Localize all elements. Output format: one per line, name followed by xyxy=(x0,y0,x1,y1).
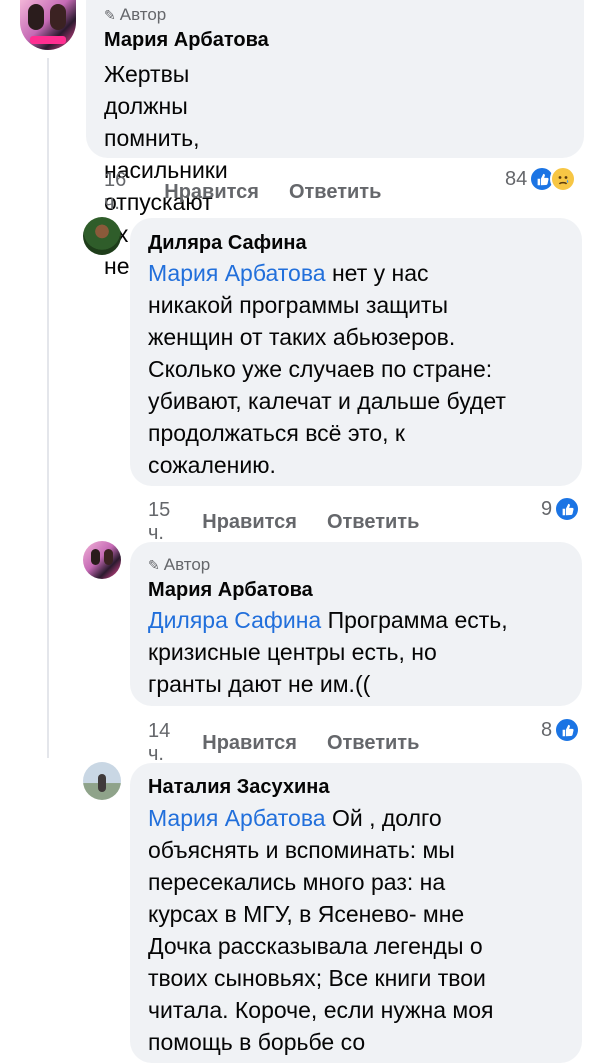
reactions-summary[interactable]: 84 xyxy=(505,166,577,192)
like-button[interactable]: Нравится xyxy=(164,181,259,204)
reaction-count: 8 xyxy=(541,718,553,741)
reply-button[interactable]: Ответить xyxy=(327,732,419,755)
timestamp[interactable]: 16 ч. xyxy=(104,169,126,215)
comment-actions: 15 ч. Нравится Ответить xyxy=(148,499,419,545)
comment-author-name[interactable]: Диляра Сафина xyxy=(148,232,307,255)
like-button[interactable]: Нравится xyxy=(202,732,297,755)
comment-author-name[interactable]: Наталия Засухина xyxy=(148,776,329,799)
comment-text: Мария Арбатова Ой , долго объяснять и вс… xyxy=(148,805,494,1055)
comment-author-name[interactable]: Мария Арбатова xyxy=(148,579,313,602)
reactions-summary[interactable]: 9 xyxy=(541,496,581,522)
like-icon xyxy=(554,496,581,522)
comment-text: Мария Арбатова нет у нас никакой програм… xyxy=(148,260,506,478)
author-badge: ✎ Автор xyxy=(104,5,167,24)
reaction-count: 84 xyxy=(505,167,528,190)
mention-link[interactable]: Мария Арбатова xyxy=(148,260,326,286)
reply-button[interactable]: Ответить xyxy=(289,181,381,204)
sad-icon xyxy=(550,166,577,192)
reply-button[interactable]: Ответить xyxy=(327,511,419,534)
timestamp[interactable]: 15 ч. xyxy=(148,499,170,545)
comment-actions: 14 ч. Нравится Ответить xyxy=(148,720,419,766)
comment-actions: 16 ч. Нравится Ответить xyxy=(104,169,381,215)
comment-author-name[interactable]: Мария Арбатова xyxy=(104,29,269,52)
pencil-icon: ✎ xyxy=(148,556,160,573)
mention-link[interactable]: Диляра Сафина xyxy=(148,607,321,633)
thread-line xyxy=(47,58,49,758)
timestamp[interactable]: 14 ч. xyxy=(148,720,170,766)
author-badge: ✎ Автор xyxy=(148,555,211,574)
reaction-count: 9 xyxy=(541,497,553,520)
like-button[interactable]: Нравится xyxy=(202,511,297,534)
reactions-summary[interactable]: 8 xyxy=(541,717,581,743)
avatar[interactable] xyxy=(83,762,121,800)
avatar[interactable] xyxy=(20,0,76,50)
pencil-icon: ✎ xyxy=(104,6,116,23)
like-icon xyxy=(554,717,581,743)
avatar[interactable] xyxy=(83,217,121,255)
avatar[interactable] xyxy=(83,541,121,579)
comment-text: Диляра Сафина Программа есть, кризисные … xyxy=(148,607,508,697)
mention-link[interactable]: Мария Арбатова xyxy=(148,805,326,831)
